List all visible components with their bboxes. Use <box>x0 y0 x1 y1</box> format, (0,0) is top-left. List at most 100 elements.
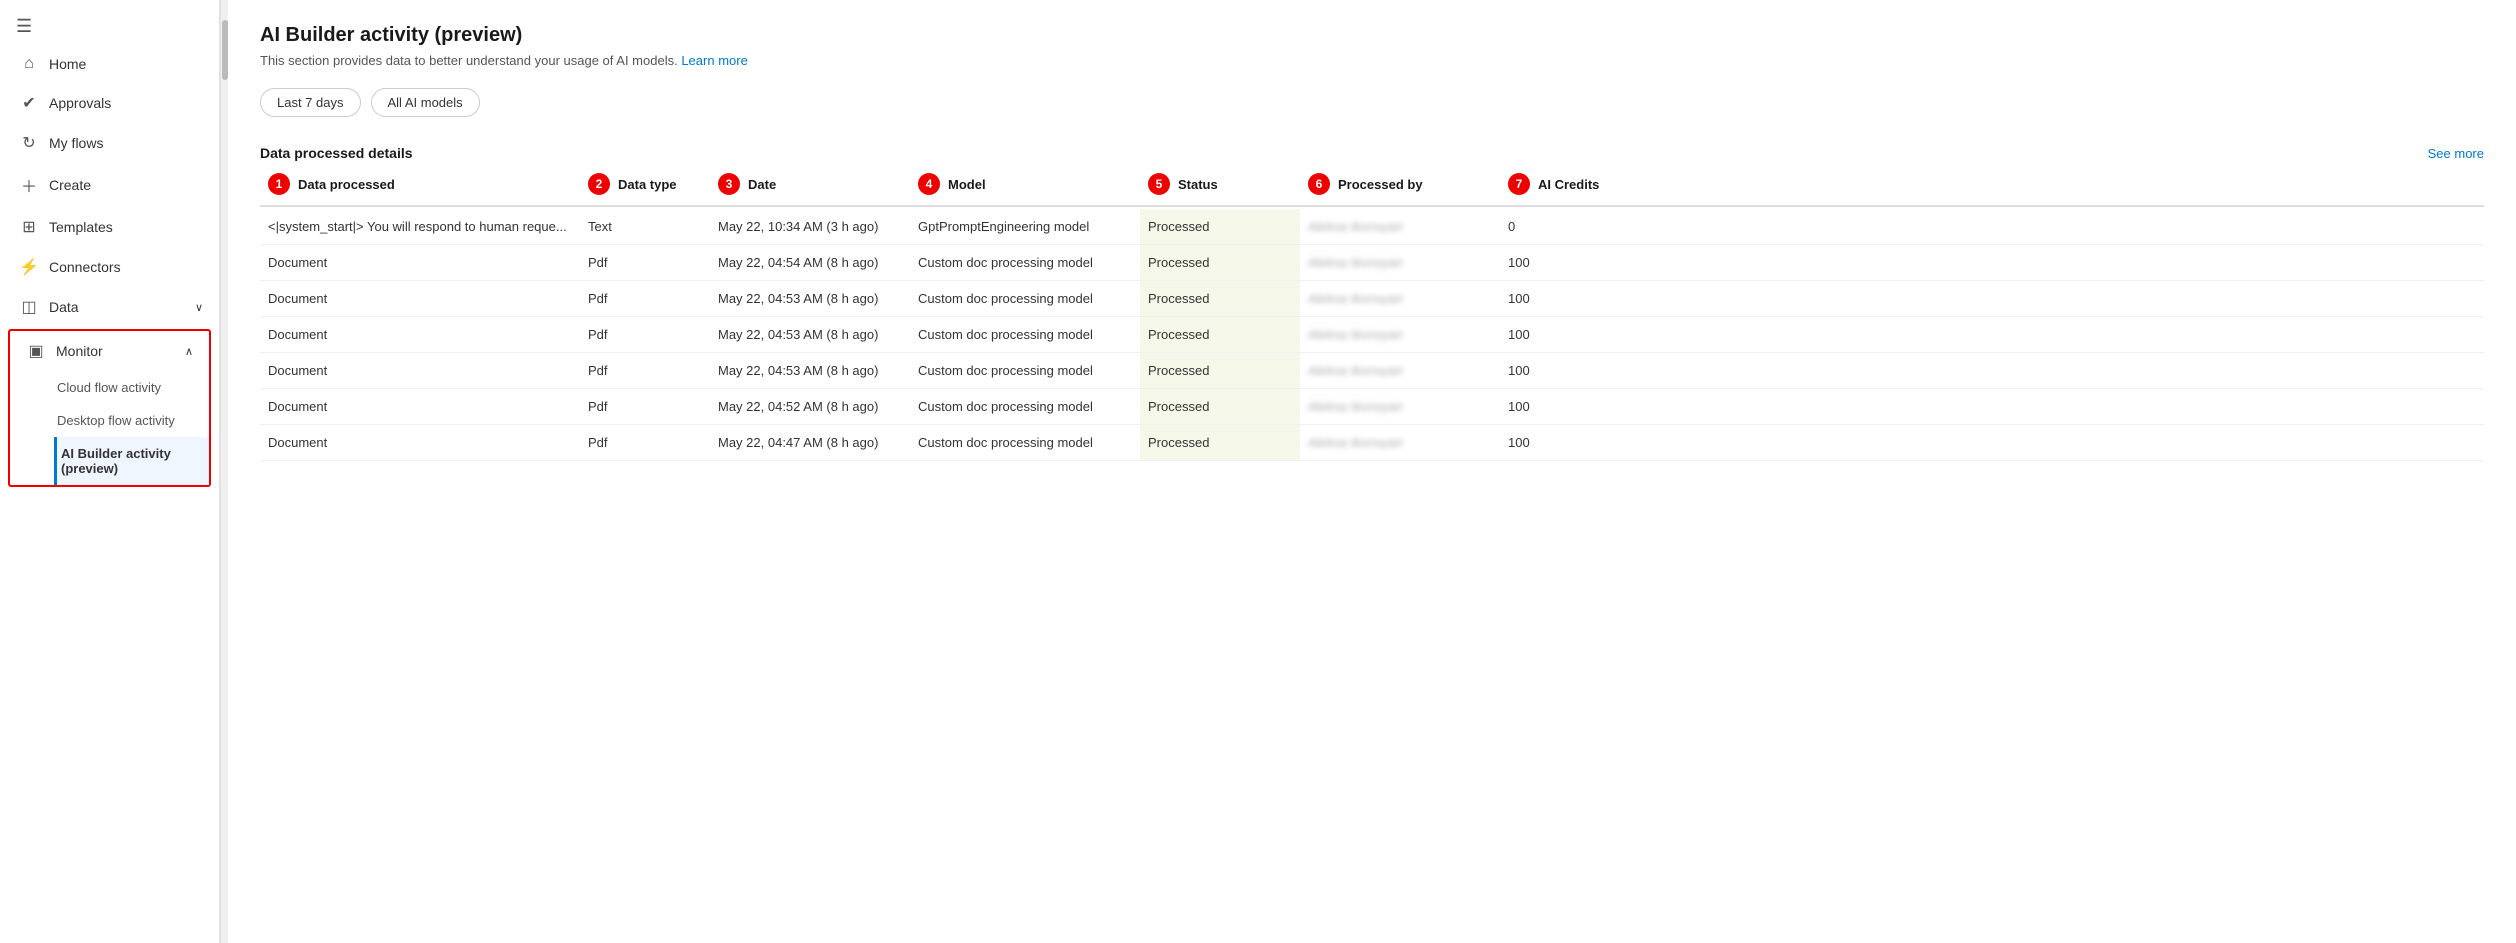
scrollbar-track[interactable] <box>220 0 228 943</box>
col-header-data-processed: 1 Data processed <box>260 169 580 199</box>
sidebar-item-label: Templates <box>49 219 113 235</box>
learn-more-link[interactable]: Learn more <box>681 53 747 68</box>
cell-processed-by: Aleksa Ikonvyan <box>1300 317 1500 352</box>
cell-data-type: Pdf <box>580 317 710 352</box>
sidebar: ☰ ⌂ Home ✔ Approvals ↻ My flows ＋ Create… <box>0 0 220 943</box>
monitor-label: Monitor <box>56 343 103 359</box>
col-header-date: 3 Date <box>710 169 910 199</box>
cell-ai-credits: 0 <box>1500 209 1620 244</box>
col-label-2: Data type <box>618 177 677 192</box>
see-more-link[interactable]: See more <box>2428 146 2484 161</box>
sidebar-item-label: Connectors <box>49 259 121 275</box>
cell-data-type: Pdf <box>580 353 710 388</box>
sidebar-item-home[interactable]: ⌂ Home <box>0 45 219 83</box>
create-icon: ＋ <box>19 173 39 197</box>
approvals-icon: ✔ <box>19 93 39 113</box>
sidebar-item-approvals[interactable]: ✔ Approvals <box>0 83 219 123</box>
cell-ai-credits: 100 <box>1500 245 1620 280</box>
data-icon: ◫ <box>19 297 39 317</box>
cell-model: Custom doc processing model <box>910 353 1140 388</box>
filter-pills: Last 7 days All AI models <box>260 88 2484 117</box>
col-badge-6: 6 <box>1308 173 1330 195</box>
col-badge-4: 4 <box>918 173 940 195</box>
cell-data-type: Text <box>580 209 710 244</box>
main-content: AI Builder activity (preview) This secti… <box>228 0 2516 943</box>
sidebar-item-my-flows[interactable]: ↻ My flows <box>0 123 219 163</box>
col-badge-5: 5 <box>1148 173 1170 195</box>
col-badge-1: 1 <box>268 173 290 195</box>
flows-icon: ↻ <box>19 133 39 153</box>
col-header-status: 5 Status <box>1140 169 1300 199</box>
cell-status: Processed <box>1140 209 1300 244</box>
sidebar-header: ☰ <box>0 0 219 45</box>
sidebar-item-label: Home <box>49 56 86 72</box>
col-header-processed-by: 6 Processed by <box>1300 169 1500 199</box>
table-row: Document Pdf May 22, 04:52 AM (8 h ago) … <box>260 389 2484 425</box>
table-row: Document Pdf May 22, 04:54 AM (8 h ago) … <box>260 245 2484 281</box>
cell-date: May 22, 10:34 AM (3 h ago) <box>710 209 910 244</box>
sidebar-item-label: Data <box>49 299 79 315</box>
col-label-7: AI Credits <box>1538 177 1599 192</box>
cell-processed-by: Aleksa Ikonvyan <box>1300 389 1500 424</box>
cell-processed-by: Aleksa Ikonvyan <box>1300 245 1500 280</box>
cell-model: Custom doc processing model <box>910 317 1140 352</box>
sidebar-item-templates[interactable]: ⊞ Templates <box>0 207 219 247</box>
table-section-title: Data processed details <box>260 145 413 161</box>
sidebar-sub-item-ai-builder[interactable]: AI Builder activity(preview) <box>54 437 209 485</box>
cell-ai-credits: 100 <box>1500 281 1620 316</box>
sidebar-item-label: My flows <box>49 135 103 151</box>
table-row: Document Pdf May 22, 04:53 AM (8 h ago) … <box>260 281 2484 317</box>
sidebar-item-connectors[interactable]: ⚡ Connectors <box>0 247 219 287</box>
cell-model: Custom doc processing model <box>910 245 1140 280</box>
ai-builder-label: AI Builder activity(preview) <box>61 446 171 476</box>
col-badge-2: 2 <box>588 173 610 195</box>
sidebar-item-monitor[interactable]: ▣ Monitor ∧ <box>10 331 209 371</box>
col-label-5: Status <box>1178 177 1218 192</box>
cell-data-processed: Document <box>260 353 580 388</box>
sidebar-item-data[interactable]: ◫ Data ∨ <box>0 287 219 327</box>
col-header-data-type: 2 Data type <box>580 169 710 199</box>
filter-all-ai-models[interactable]: All AI models <box>371 88 480 117</box>
filter-last-7-days[interactable]: Last 7 days <box>260 88 361 117</box>
cell-model: Custom doc processing model <box>910 281 1140 316</box>
cell-data-type: Pdf <box>580 389 710 424</box>
col-label-6: Processed by <box>1338 177 1423 192</box>
cell-status: Processed <box>1140 281 1300 316</box>
cell-data-processed: Document <box>260 425 580 460</box>
hamburger-icon[interactable]: ☰ <box>16 16 32 37</box>
sidebar-item-label: Create <box>49 177 91 193</box>
cell-status: Processed <box>1140 353 1300 388</box>
cell-processed-by: Aleksa Ikonvyan <box>1300 281 1500 316</box>
cell-data-type: Pdf <box>580 245 710 280</box>
cell-date: May 22, 04:52 AM (8 h ago) <box>710 389 910 424</box>
chevron-up-icon: ∧ <box>185 345 193 358</box>
table-row: Document Pdf May 22, 04:47 AM (8 h ago) … <box>260 425 2484 461</box>
col-label-1: Data processed <box>298 177 395 192</box>
sidebar-sub-item-desktop-flow[interactable]: Desktop flow activity <box>54 404 209 437</box>
templates-icon: ⊞ <box>19 217 39 237</box>
cell-model: Custom doc processing model <box>910 425 1140 460</box>
sidebar-sub-item-cloud-flow[interactable]: Cloud flow activity <box>54 371 209 404</box>
scrollbar-thumb[interactable] <box>222 20 228 80</box>
cell-date: May 22, 04:53 AM (8 h ago) <box>710 353 910 388</box>
cell-data-type: Pdf <box>580 281 710 316</box>
cell-data-processed: Document <box>260 245 580 280</box>
cell-date: May 22, 04:53 AM (8 h ago) <box>710 281 910 316</box>
cell-date: May 22, 04:54 AM (8 h ago) <box>710 245 910 280</box>
column-headers: 1 Data processed 2 Data type 3 Date 4 Mo… <box>260 169 2484 207</box>
cell-processed-by: Aleksa Ikonvyan <box>1300 209 1500 244</box>
table-body: <|system_start|> You will respond to hum… <box>260 209 2484 461</box>
sidebar-item-create[interactable]: ＋ Create <box>0 163 219 207</box>
cell-model: GptPromptEngineering model <box>910 209 1140 244</box>
desktop-flow-label: Desktop flow activity <box>57 413 175 428</box>
col-label-3: Date <box>748 177 776 192</box>
page-title: AI Builder activity (preview) <box>260 24 2484 47</box>
connectors-icon: ⚡ <box>19 257 39 277</box>
cloud-flow-label: Cloud flow activity <box>57 380 161 395</box>
col-badge-3: 3 <box>718 173 740 195</box>
cell-data-processed: Document <box>260 281 580 316</box>
cell-ai-credits: 100 <box>1500 389 1620 424</box>
col-header-ai-credits: 7 AI Credits <box>1500 169 1620 199</box>
cell-date: May 22, 04:47 AM (8 h ago) <box>710 425 910 460</box>
cell-ai-credits: 100 <box>1500 425 1620 460</box>
